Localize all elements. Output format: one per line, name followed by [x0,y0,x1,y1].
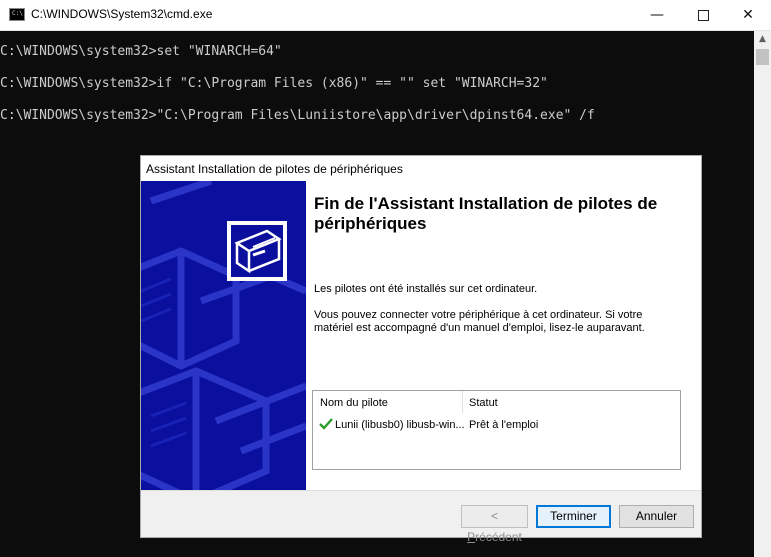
driver-list[interactable]: Nom du pilote Statut Lunii (libusb0) lib… [312,390,681,470]
check-icon [319,418,333,430]
button-area-divider [141,490,701,491]
console-line: C:\WINDOWS\system32>"C:\Program Files\Lu… [0,108,595,123]
wizard-heading: Fin de l'Assistant Installation de pilot… [314,194,658,233]
previous-button-accelerator: P [467,530,476,544]
maximize-icon [697,10,709,21]
vertical-scrollbar[interactable]: ▲ [754,31,771,557]
finish-button[interactable]: Terminer [536,505,611,528]
previous-button-label: récédent [475,530,522,544]
driver-list-header: Nom du pilote Statut [313,391,680,413]
previous-button-prefix: < [490,509,498,523]
column-header-status[interactable]: Statut [469,397,498,409]
dialog-content: Fin de l'Assistant Installation de pilot… [306,181,701,490]
driver-install-dialog: Assistant Installation de pilotes de pér… [140,155,702,544]
cmd-app-icon[interactable]: C:\ [9,8,25,21]
device-install-icon [227,221,287,281]
driver-name-cell: Lunii (libusb0) libusb-win... [335,419,465,431]
close-icon: ✕ [742,7,754,23]
maximize-button[interactable] [680,0,726,30]
instruction-message: Vous pouvez connecter votre périphérique… [314,309,645,334]
close-button[interactable]: ✕ [725,0,771,30]
cmd-app-icon-label: C:\ [12,10,23,17]
column-divider[interactable] [462,391,463,413]
cancel-button[interactable]: Annuler [619,505,694,528]
dialog-titlebar: Assistant Installation de pilotes de pér… [141,156,701,181]
console-line: C:\WINDOWS\system32>if "C:\Program Files… [0,76,548,91]
dialog-title: Assistant Installation de pilotes de pér… [146,162,403,176]
cmd-window-title: C:\WINDOWS\System32\cmd.exe [31,7,213,21]
table-row[interactable]: Lunii (libusb0) libusb-win... Prêt à l'e… [313,417,680,435]
column-header-driver-name[interactable]: Nom du pilote [320,397,388,409]
wizard-banner-image [141,181,306,490]
driver-status-cell: Prêt à l'emploi [469,419,539,431]
previous-button[interactable]: < Précédent [461,505,528,544]
status-message: Les pilotes ont été installés sur cet or… [314,283,538,295]
banner-graphic [141,181,306,490]
minimize-icon: — [650,7,664,23]
minimize-button[interactable]: — [634,0,680,30]
cmd-titlebar: C:\ C:\WINDOWS\System32\cmd.exe — ✕ [0,0,771,31]
scroll-up-arrow-icon[interactable]: ▲ [754,31,771,48]
console-line: C:\WINDOWS\system32>set "WINARCH=64" [0,44,282,59]
scroll-thumb[interactable] [756,49,769,65]
